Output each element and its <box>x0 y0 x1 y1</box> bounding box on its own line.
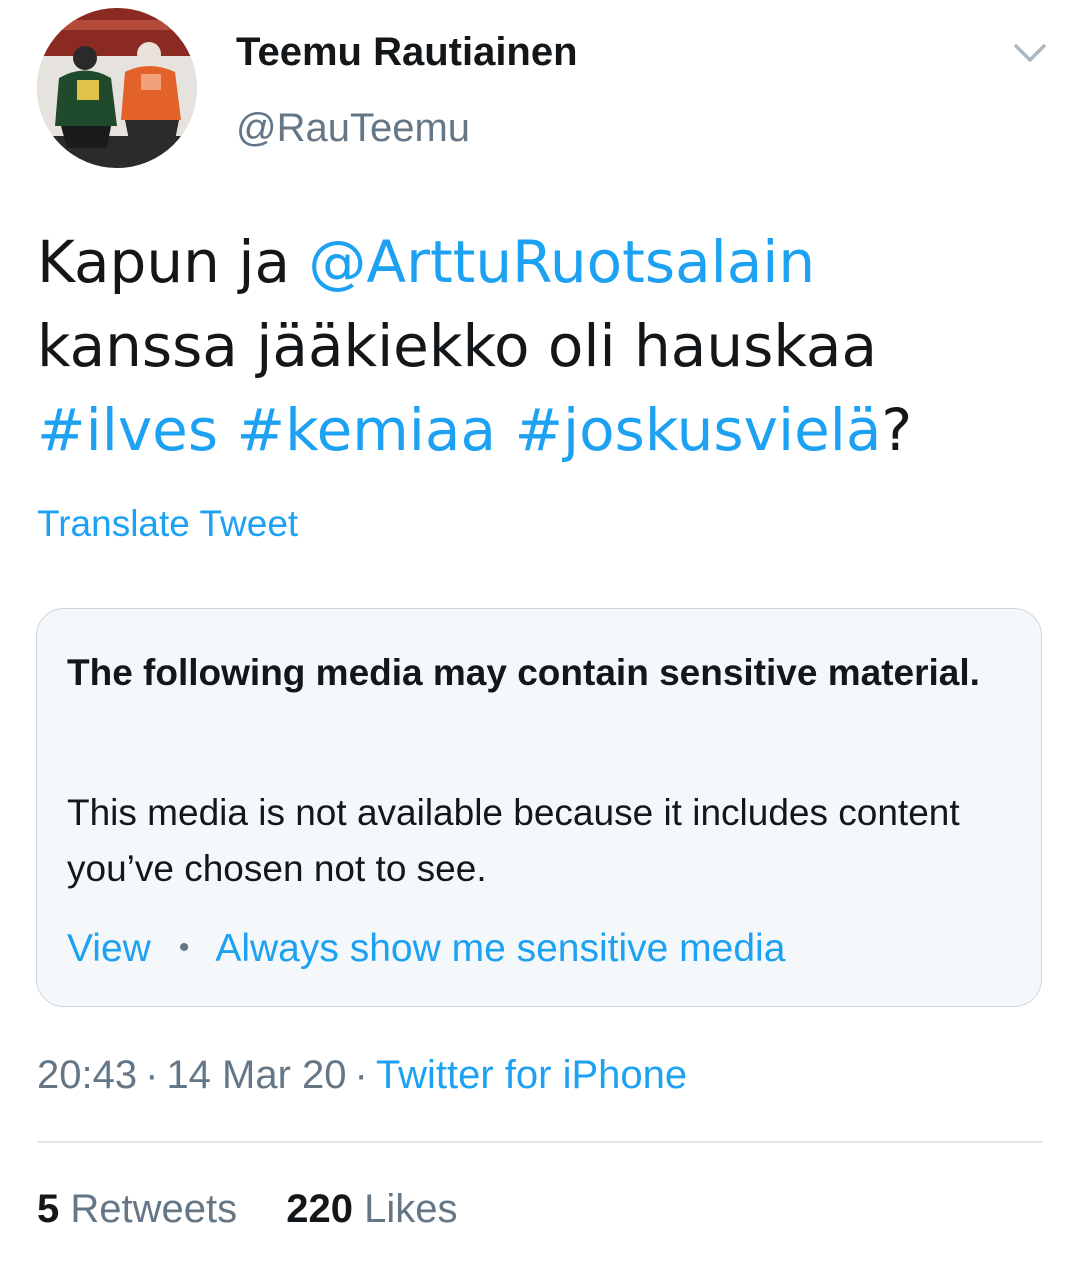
tweet-source-link[interactable]: Twitter for iPhone <box>376 1053 687 1097</box>
avatar-photo-hockey-players <box>37 8 197 168</box>
translate-tweet-link[interactable]: Translate Tweet <box>37 503 298 545</box>
retweets-label: Retweets <box>70 1187 238 1231</box>
author-handle[interactable]: @RauTeemu <box>236 106 470 151</box>
tweet-text-line2: kanssa jääkiekko oli hauskaa <box>37 312 877 380</box>
sensitive-notice-title: The following media may contain sensitiv… <box>67 652 980 693</box>
tweet-text: Kapun ja @ArttuRuotsalain kanssa jääkiek… <box>37 220 1047 472</box>
tweet-text-suffix: ? <box>881 396 913 464</box>
author-display-name[interactable]: Teemu Rautiainen <box>236 30 578 75</box>
always-show-sensitive-button[interactable]: Always show me sensitive media <box>215 927 785 970</box>
tweet-stats: 5 Retweets 220 Likes <box>37 1187 458 1232</box>
tweet-meta: 20:43 · 14 Mar 20 · Twitter for iPhone <box>37 1053 687 1098</box>
tweet-text-prefix: Kapun ja <box>37 228 309 296</box>
likes-label: Likes <box>364 1187 458 1231</box>
retweets-stat[interactable]: 5 Retweets <box>37 1187 237 1232</box>
likes-count: 220 <box>286 1187 353 1231</box>
tweet-date[interactable]: 14 Mar 20 <box>166 1053 346 1097</box>
chevron-down-icon <box>1014 44 1046 62</box>
divider <box>37 1141 1043 1143</box>
mention-link[interactable]: @ArttuRuotsalain <box>308 228 815 296</box>
sensitive-notice-actions: View • Always show me sensitive media <box>67 927 785 971</box>
hashtag-link[interactable]: #joskusvielä <box>514 396 881 464</box>
sensitive-media-notice: The following media may contain sensitiv… <box>36 608 1042 1007</box>
hashtag-link[interactable]: #ilves <box>37 396 218 464</box>
tweet-options-button[interactable] <box>1008 34 1052 70</box>
likes-stat[interactable]: 220 Likes <box>286 1187 457 1232</box>
sensitive-notice-body: This media is not available because it i… <box>67 792 960 889</box>
author-avatar[interactable] <box>37 8 197 168</box>
tweet-time[interactable]: 20:43 <box>37 1053 137 1097</box>
hashtag-link[interactable]: #kemiaa <box>237 396 497 464</box>
meta-separator: · <box>354 1053 368 1097</box>
view-media-button[interactable]: View <box>67 927 151 970</box>
meta-separator: · <box>145 1053 159 1097</box>
action-separator: • <box>178 931 190 964</box>
retweets-count: 5 <box>37 1187 60 1231</box>
